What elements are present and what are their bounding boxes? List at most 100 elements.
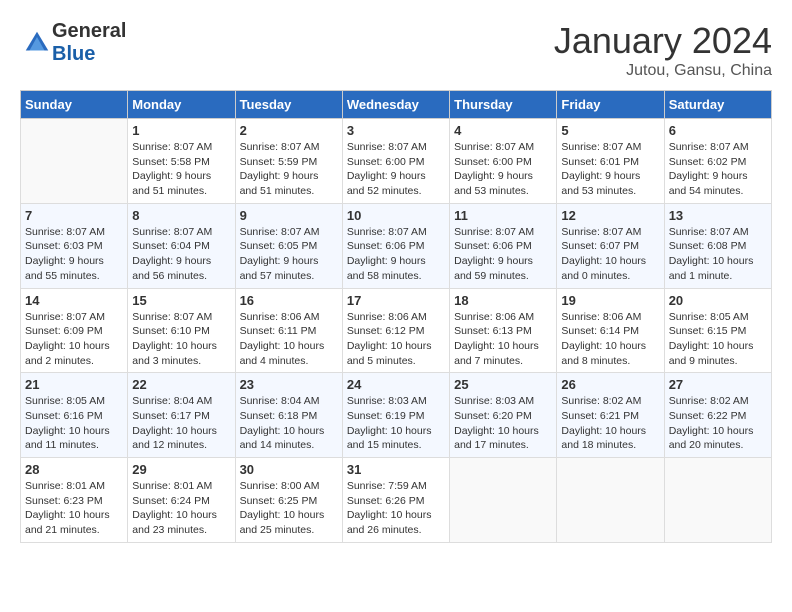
day-info: Sunrise: 8:03 AMSunset: 6:20 PMDaylight:…	[454, 394, 552, 453]
day-number: 26	[561, 377, 659, 392]
calendar-day-cell: 24Sunrise: 8:03 AMSunset: 6:19 PMDayligh…	[342, 373, 449, 458]
day-info: Sunrise: 8:07 AMSunset: 6:04 PMDaylight:…	[132, 225, 230, 284]
day-info: Sunrise: 8:07 AMSunset: 6:07 PMDaylight:…	[561, 225, 659, 284]
day-info: Sunrise: 8:01 AMSunset: 6:23 PMDaylight:…	[25, 479, 123, 538]
calendar-day-cell: 22 Sunrise: 8:04 AMSunset: 6:17 PMDayligh…	[128, 373, 235, 458]
day-info: Sunrise: 8:00 AMSunset: 6:25 PMDaylight:…	[240, 479, 338, 538]
day-number: 18	[454, 293, 552, 308]
calendar-day-cell: 28Sunrise: 8:01 AMSunset: 6:23 PMDayligh…	[21, 458, 128, 543]
calendar-day-cell: 1 Sunrise: 8:07 AMSunset: 5:58 PMDaylight…	[128, 119, 235, 204]
day-number: 11	[454, 208, 552, 223]
calendar-day-cell: 8Sunrise: 8:07 AMSunset: 6:04 PMDaylight…	[128, 203, 235, 288]
day-info: Sunrise: 8:04 AMSunset: 6:18 PMDaylight:…	[240, 394, 338, 453]
day-info: Sunrise: 8:01 AMSunset: 6:24 PMDaylight:…	[132, 479, 230, 538]
day-number: 9	[240, 208, 338, 223]
calendar-day-cell: 17 Sunrise: 8:06 AMSunset: 6:12 PMDayligh…	[342, 288, 449, 373]
day-info: Sunrise: 8:05 AMSunset: 6:15 PMDaylight:…	[669, 310, 767, 369]
day-number: 22	[132, 377, 230, 392]
calendar-week-row: 28Sunrise: 8:01 AMSunset: 6:23 PMDayligh…	[21, 458, 772, 543]
calendar-day-cell: 13Sunrise: 8:07 AMSunset: 6:08 PMDayligh…	[664, 203, 771, 288]
day-number: 17	[347, 293, 445, 308]
day-info: Sunrise: 8:07 AMSunset: 5:58 PMDaylight:…	[132, 140, 230, 199]
day-info: Sunrise: 7:59 AMSunset: 6:26 PMDaylight:…	[347, 479, 445, 538]
day-info: Sunrise: 8:06 AMSunset: 6:13 PMDaylight:…	[454, 310, 552, 369]
day-number: 3	[347, 123, 445, 138]
calendar-day-cell: 26 Sunrise: 8:02 AMSunset: 6:21 PMDayligh…	[557, 373, 664, 458]
day-number: 19	[561, 293, 659, 308]
calendar-day-cell: 29 Sunrise: 8:01 AMSunset: 6:24 PMDayligh…	[128, 458, 235, 543]
day-info: Sunrise: 8:07 AMSunset: 6:06 PMDaylight:…	[347, 225, 445, 284]
day-number: 5	[561, 123, 659, 138]
calendar-day-cell: 30 Sunrise: 8:00 AMSunset: 6:25 PMDayligh…	[235, 458, 342, 543]
day-info: Sunrise: 8:03 AMSunset: 6:19 PMDaylight:…	[347, 394, 445, 453]
day-info: Sunrise: 8:07 AMSunset: 6:05 PMDaylight:…	[240, 225, 338, 284]
weekday-header-cell: Monday	[128, 91, 235, 119]
calendar-day-cell: 7 Sunrise: 8:07 AMSunset: 6:03 PMDaylight…	[21, 203, 128, 288]
weekday-header-cell: Thursday	[450, 91, 557, 119]
day-info: Sunrise: 8:02 AMSunset: 6:22 PMDaylight:…	[669, 394, 767, 453]
calendar-week-row: 21 Sunrise: 8:05 AMSunset: 6:16 PMDayligh…	[21, 373, 772, 458]
calendar-day-cell	[21, 119, 128, 204]
calendar-day-cell: 4 Sunrise: 8:07 AMSunset: 6:00 PMDaylight…	[450, 119, 557, 204]
page-header: General Blue January 2024 Jutou, Gansu, …	[20, 20, 772, 80]
day-number: 29	[132, 462, 230, 477]
weekday-header-cell: Saturday	[664, 91, 771, 119]
day-number: 21	[25, 377, 123, 392]
day-number: 20	[669, 293, 767, 308]
day-info: Sunrise: 8:04 AMSunset: 6:17 PMDaylight:…	[132, 394, 230, 453]
day-info: Sunrise: 8:05 AMSunset: 6:16 PMDaylight:…	[25, 394, 123, 453]
calendar-day-cell: 14 Sunrise: 8:07 AMSunset: 6:09 PMDayligh…	[21, 288, 128, 373]
calendar-day-cell: 12 Sunrise: 8:07 AMSunset: 6:07 PMDayligh…	[557, 203, 664, 288]
calendar-day-cell: 19 Sunrise: 8:06 AMSunset: 6:14 PMDayligh…	[557, 288, 664, 373]
day-number: 12	[561, 208, 659, 223]
day-info: Sunrise: 8:02 AMSunset: 6:21 PMDaylight:…	[561, 394, 659, 453]
day-info: Sunrise: 8:07 AMSunset: 6:02 PMDaylight:…	[669, 140, 767, 199]
weekday-header-cell: Sunday	[21, 91, 128, 119]
weekday-header-row: SundayMondayTuesdayWednesdayThursdayFrid…	[21, 91, 772, 119]
day-info: Sunrise: 8:06 AMSunset: 6:12 PMDaylight:…	[347, 310, 445, 369]
calendar-day-cell: 21 Sunrise: 8:05 AMSunset: 6:16 PMDayligh…	[21, 373, 128, 458]
day-info: Sunrise: 8:07 AMSunset: 6:01 PMDaylight:…	[561, 140, 659, 199]
day-number: 4	[454, 123, 552, 138]
day-info: Sunrise: 8:07 AMSunset: 6:03 PMDaylight:…	[25, 225, 123, 284]
calendar-day-cell: 2Sunrise: 8:07 AMSunset: 5:59 PMDaylight…	[235, 119, 342, 204]
day-number: 30	[240, 462, 338, 477]
day-number: 7	[25, 208, 123, 223]
calendar-day-cell: 27 Sunrise: 8:02 AMSunset: 6:22 PMDayligh…	[664, 373, 771, 458]
day-info: Sunrise: 8:07 AMSunset: 6:00 PMDaylight:…	[454, 140, 552, 199]
calendar-day-cell	[557, 458, 664, 543]
day-number: 31	[347, 462, 445, 477]
calendar-day-cell: 25 Sunrise: 8:03 AMSunset: 6:20 PMDayligh…	[450, 373, 557, 458]
calendar-day-cell: 10Sunrise: 8:07 AMSunset: 6:06 PMDayligh…	[342, 203, 449, 288]
calendar-week-row: 14 Sunrise: 8:07 AMSunset: 6:09 PMDayligh…	[21, 288, 772, 373]
day-info: Sunrise: 8:06 AMSunset: 6:14 PMDaylight:…	[561, 310, 659, 369]
calendar-day-cell: 23 Sunrise: 8:04 AMSunset: 6:18 PMDayligh…	[235, 373, 342, 458]
day-number: 15	[132, 293, 230, 308]
day-number: 1	[132, 123, 230, 138]
day-number: 2	[240, 123, 338, 138]
day-info: Sunrise: 8:07 AMSunset: 6:06 PMDaylight:…	[454, 225, 552, 284]
logo-text-blue: Blue	[52, 43, 95, 65]
calendar-day-cell: 11 Sunrise: 8:07 AMSunset: 6:06 PMDayligh…	[450, 203, 557, 288]
calendar-body: 1 Sunrise: 8:07 AMSunset: 5:58 PMDaylight…	[21, 119, 772, 543]
calendar-day-cell: 15 Sunrise: 8:07 AMSunset: 6:10 PMDayligh…	[128, 288, 235, 373]
title-section: January 2024 Jutou, Gansu, China	[554, 20, 772, 80]
calendar-day-cell: 6Sunrise: 8:07 AMSunset: 6:02 PMDaylight…	[664, 119, 771, 204]
calendar-day-cell: 9 Sunrise: 8:07 AMSunset: 6:05 PMDaylight…	[235, 203, 342, 288]
day-number: 14	[25, 293, 123, 308]
day-number: 27	[669, 377, 767, 392]
day-number: 23	[240, 377, 338, 392]
calendar-day-cell: 31 Sunrise: 7:59 AMSunset: 6:26 PMDayligh…	[342, 458, 449, 543]
day-number: 25	[454, 377, 552, 392]
logo: General Blue	[20, 20, 126, 66]
calendar-week-row: 1 Sunrise: 8:07 AMSunset: 5:58 PMDaylight…	[21, 119, 772, 204]
day-info: Sunrise: 8:07 AMSunset: 6:10 PMDaylight:…	[132, 310, 230, 369]
location-title: Jutou, Gansu, China	[554, 62, 772, 80]
weekday-header-cell: Tuesday	[235, 91, 342, 119]
day-info: Sunrise: 8:07 AMSunset: 6:08 PMDaylight:…	[669, 225, 767, 284]
calendar-table: SundayMondayTuesdayWednesdayThursdayFrid…	[20, 90, 772, 543]
day-info: Sunrise: 8:07 AMSunset: 6:09 PMDaylight:…	[25, 310, 123, 369]
calendar-day-cell: 16Sunrise: 8:06 AMSunset: 6:11 PMDayligh…	[235, 288, 342, 373]
logo-icon	[22, 28, 52, 58]
month-title: January 2024	[554, 20, 772, 62]
